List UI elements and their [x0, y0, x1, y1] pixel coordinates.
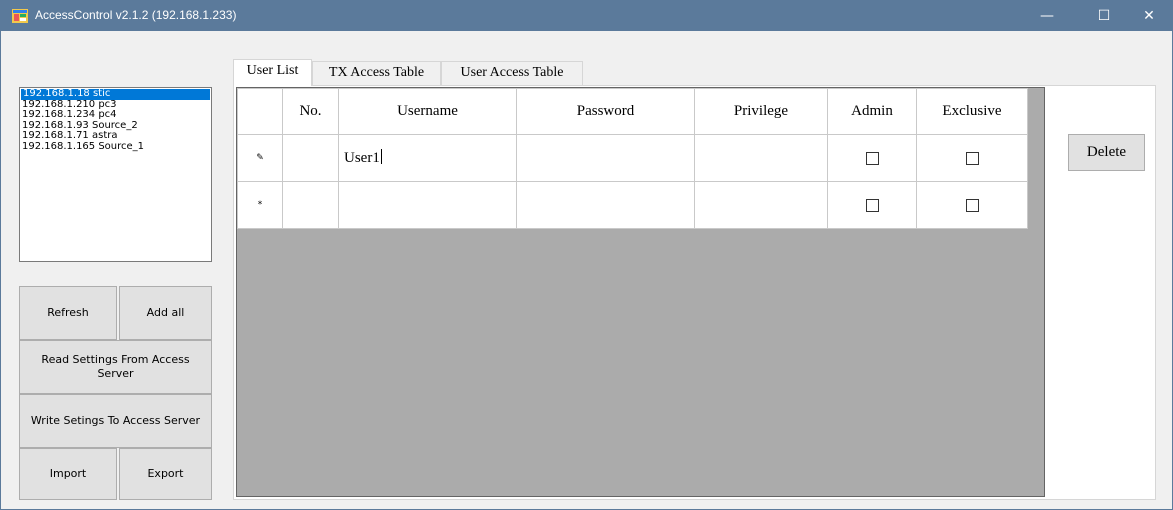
tab-user-access-table[interactable]: User Access Table	[441, 61, 583, 85]
refresh-button[interactable]: Refresh	[19, 286, 117, 340]
password-cell[interactable]	[516, 181, 695, 229]
maximize-button[interactable]: ☐	[1081, 1, 1127, 31]
close-button[interactable]: ✕	[1126, 1, 1172, 31]
admin-checkbox[interactable]	[865, 151, 879, 165]
column-header-privilege[interactable]: Privilege	[694, 88, 828, 135]
username-cell[interactable]	[338, 181, 517, 229]
exclusive-cell[interactable]	[916, 181, 1028, 229]
export-button[interactable]: Export	[119, 448, 212, 500]
column-header-admin[interactable]: Admin	[827, 88, 917, 135]
no-cell[interactable]	[282, 181, 339, 229]
host-item[interactable]: 192.168.1.234 pc4	[20, 109, 211, 121]
exclusive-cell[interactable]	[916, 134, 1028, 182]
host-item[interactable]: 192.168.1.18 stic	[21, 88, 210, 100]
exclusive-checkbox[interactable]	[965, 198, 979, 212]
privilege-cell[interactable]	[694, 181, 828, 229]
text-caret	[380, 149, 382, 164]
username-value[interactable]: User1	[344, 150, 380, 166]
host-item[interactable]: 192.168.1.71 astra	[20, 130, 211, 142]
no-cell[interactable]	[282, 134, 339, 182]
write-settings-button[interactable]: Write Setings To Access Server	[19, 394, 212, 448]
tab-user-list[interactable]: User List	[233, 59, 312, 86]
import-button[interactable]: Import	[19, 448, 117, 500]
admin-cell[interactable]	[827, 181, 917, 229]
host-listbox[interactable]: 192.168.1.18 stic 192.168.1.210 pc3 192.…	[19, 87, 212, 262]
minimize-button[interactable]: —	[1024, 1, 1070, 31]
username-cell[interactable]: User1	[338, 134, 517, 182]
pencil-icon[interactable]: ✎	[237, 134, 283, 182]
table-row[interactable]: *	[237, 181, 1028, 229]
column-header-no[interactable]: No.	[282, 88, 339, 135]
asterisk-icon[interactable]: *	[237, 181, 283, 229]
title-bar[interactable]: AccessControl v2.1.2 (192.168.1.233) — ☐…	[1, 1, 1172, 31]
user-grid[interactable]: No. Username Password Privilege Admin Ex…	[236, 87, 1045, 497]
admin-cell[interactable]	[827, 134, 917, 182]
column-header-password[interactable]: Password	[516, 88, 695, 135]
app-window: AccessControl v2.1.2 (192.168.1.233) — ☐…	[0, 0, 1173, 510]
add-all-button[interactable]: Add all	[119, 286, 212, 340]
delete-button[interactable]: Delete	[1068, 134, 1145, 171]
password-cell[interactable]	[516, 134, 695, 182]
read-settings-button[interactable]: Read Settings From Access Server	[19, 340, 212, 394]
table-row[interactable]: ✎ User1	[237, 134, 1028, 182]
window-title: AccessControl v2.1.2 (192.168.1.233)	[35, 8, 237, 22]
column-header-exclusive[interactable]: Exclusive	[916, 88, 1028, 135]
tab-tx-access-table[interactable]: TX Access Table	[312, 61, 441, 85]
row-header-corner[interactable]	[237, 88, 283, 135]
privilege-cell[interactable]	[694, 134, 828, 182]
host-item[interactable]: 192.168.1.165 Source_1	[20, 141, 211, 153]
app-icon	[12, 8, 28, 24]
admin-checkbox[interactable]	[865, 198, 879, 212]
exclusive-checkbox[interactable]	[965, 151, 979, 165]
column-header-username[interactable]: Username	[338, 88, 517, 135]
